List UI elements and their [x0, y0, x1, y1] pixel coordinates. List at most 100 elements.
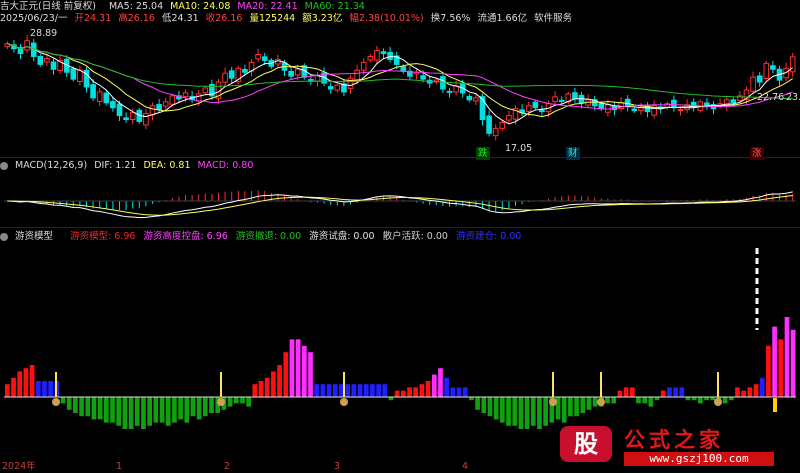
model-bar: [17, 371, 23, 397]
watermark-url: www.gszj100.com: [624, 452, 774, 466]
model-bar: [759, 377, 765, 397]
model-bar: [623, 387, 629, 397]
candle-body: [730, 99, 737, 104]
model-bar: [481, 397, 487, 413]
signal-marker-dot: [52, 398, 60, 406]
model-bar: [456, 387, 462, 397]
model-bar: [419, 384, 425, 397]
model-bar: [524, 397, 530, 429]
candle-body: [354, 69, 360, 82]
model-bar: [512, 397, 518, 426]
model-bar: [110, 397, 115, 423]
model-bar: [246, 397, 251, 407]
model-bar: [772, 326, 777, 397]
event-marker-up[interactable]: 涨: [750, 147, 764, 160]
model-bar: [363, 384, 369, 397]
candle-body: [671, 99, 677, 109]
model-bar: [42, 381, 47, 397]
ma60-value: MA60: 21.34: [304, 1, 365, 12]
model-bar: [128, 397, 134, 429]
ma20-value: MA20: 22.41: [237, 1, 298, 12]
candle-body: [129, 112, 136, 121]
candle-body: [169, 95, 176, 105]
candle-body: [631, 108, 638, 112]
model-bar: [289, 339, 295, 397]
float-label: 流通1.66亿: [477, 13, 528, 24]
model-bar: [790, 329, 796, 397]
model-bar: [370, 384, 375, 397]
model-bar: [376, 384, 381, 397]
candle-body: [532, 101, 539, 109]
candle-body: [367, 55, 374, 61]
model-bar: [178, 397, 183, 420]
event-marker-down[interactable]: 跌: [476, 147, 490, 160]
candle-body: [506, 115, 512, 121]
price-macd-divider: [0, 157, 800, 158]
model-bar: [73, 397, 78, 413]
candle-body: [572, 92, 578, 100]
volume-label: 量125244: [249, 13, 296, 24]
model-bar: [203, 397, 208, 417]
model-bar: [11, 377, 16, 397]
candle-body: [90, 84, 96, 99]
high-price-mark: 28.89: [30, 28, 58, 39]
candle-body: [228, 70, 235, 79]
candle-body: [466, 95, 473, 101]
model-label-5: 游资建仓: 0.00: [455, 231, 522, 242]
model-bar: [784, 317, 790, 397]
model-bar: [332, 384, 338, 397]
model-bar: [722, 397, 728, 404]
candle-body: [116, 103, 123, 117]
candle-body: [37, 55, 44, 65]
candle-body: [499, 121, 506, 129]
model-bar: [574, 397, 579, 417]
signal-marker-dot: [217, 398, 225, 406]
candle-body: [400, 66, 407, 72]
model-bar: [295, 339, 301, 397]
candle-body: [156, 104, 162, 111]
model-bar: [184, 397, 190, 423]
event-marker-finance[interactable]: 财: [566, 147, 580, 160]
model-bar: [537, 397, 542, 429]
model-bar: [308, 352, 313, 397]
model-bar: [264, 377, 270, 397]
candle-body: [380, 51, 387, 55]
candle-body: [294, 68, 301, 76]
candle-body: [24, 40, 30, 51]
stock-title: 吉大正元(日线 前复权): [0, 1, 96, 12]
candle-body: [360, 61, 367, 71]
watermark-logo: 股: [560, 426, 612, 462]
macd-title[interactable]: MACD(12,26,9): [15, 160, 87, 171]
dif-line: [7, 191, 793, 219]
candle-body: [387, 51, 393, 60]
model-bar: [648, 397, 654, 407]
candle-body: [123, 117, 129, 121]
amount-label: 额3.23亿: [302, 13, 343, 24]
model-bar: [568, 397, 573, 417]
model-bar: [438, 368, 443, 397]
model-bar: [660, 390, 666, 397]
candle-body: [486, 115, 492, 134]
ma5-value: MA5: 25.04: [108, 1, 164, 12]
model-title[interactable]: 游资模型: [15, 231, 53, 242]
model-settings-icon[interactable]: [0, 232, 8, 241]
macd-settings-icon[interactable]: [0, 161, 8, 170]
time-axis-label-1: 1: [116, 461, 123, 472]
model-bar: [79, 397, 84, 417]
signal-marker-dot: [714, 398, 722, 406]
model-bar: [116, 397, 122, 426]
candle-body: [261, 56, 268, 61]
candle-body: [558, 99, 565, 102]
candle-body: [149, 105, 156, 116]
model-bar: [48, 381, 53, 397]
candle-body: [638, 107, 644, 112]
model-bar: [543, 397, 548, 426]
model-bar: [147, 397, 152, 426]
candle-body: [770, 65, 776, 70]
candle-body: [103, 92, 110, 104]
ma5-line: [7, 43, 794, 125]
candle-body: [598, 102, 605, 110]
price-header-line2: 2025/06/23/一 开24.31 高26.16 低24.31 收26.16…: [0, 12, 576, 25]
model-bar: [23, 368, 29, 397]
model-bar: [605, 397, 610, 404]
